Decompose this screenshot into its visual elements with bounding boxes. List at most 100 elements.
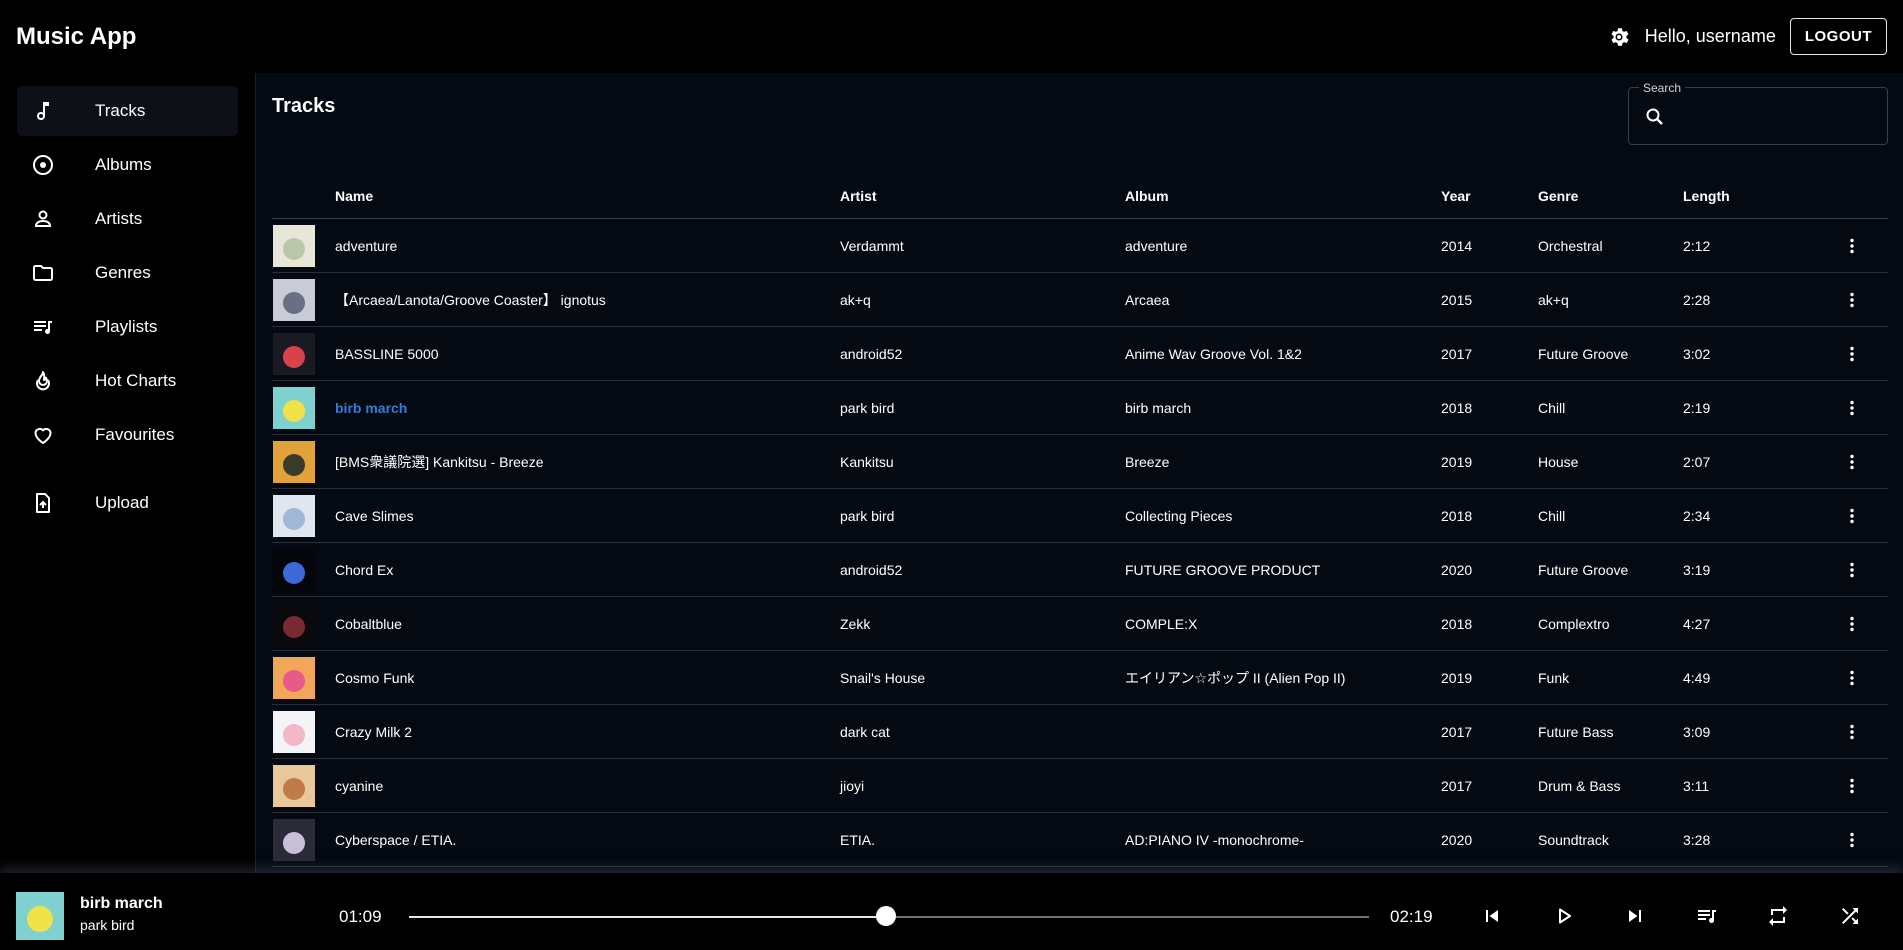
table-row[interactable]: Cave Slimes park bird Collecting Pieces 201…	[272, 489, 1888, 543]
table-row[interactable]: cyanine jioyi 2017 Drum & Bass 3:11	[272, 759, 1888, 813]
cell-name: Crazy Milk 2	[335, 723, 413, 740]
cell-album: エイリアン☆ポップ II (Alien Pop II)	[1125, 669, 1346, 686]
main-content: Tracks Search Name Artist Album Year Gen…	[256, 73, 1903, 873]
cell-year: 2019	[1441, 453, 1473, 470]
sidebar-item-label: Tracks	[95, 101, 146, 120]
table-row[interactable]: Cyberspace / ETIA. ETIA. AD:PIANO IV -mono…	[272, 813, 1888, 867]
cell-length: 2:07	[1683, 453, 1711, 470]
cover-cell	[272, 656, 335, 699]
seek-bar-progress	[409, 916, 886, 918]
sidebar-divider	[0, 464, 255, 478]
sidebar-item-tracks[interactable]: Tracks	[17, 86, 238, 136]
repeat-icon[interactable]	[1766, 904, 1790, 928]
cell-genre: Future Bass	[1538, 723, 1614, 740]
cell-year: 2018	[1441, 615, 1473, 632]
more-vert-icon[interactable]	[1842, 506, 1862, 526]
table-row[interactable]: Chord Ex android52 FUTURE GROOVE PRODUCT 20…	[272, 543, 1888, 597]
more-vert-icon[interactable]	[1842, 722, 1862, 742]
sidebar-item-playlists[interactable]: Playlists	[17, 302, 238, 352]
table-header: Name Artist Album Year Genre Length	[272, 173, 1888, 219]
queue-icon[interactable]	[1695, 904, 1719, 928]
more-vert-icon[interactable]	[1842, 290, 1862, 310]
header-artist[interactable]: Artist	[840, 188, 1125, 204]
folder-icon	[31, 261, 55, 285]
table-row[interactable]: Cosmo Funk Snail's House エイリアン☆ポップ II (Ali…	[272, 651, 1888, 705]
cell-year: 2017	[1441, 345, 1473, 362]
row-menu-cell	[1815, 290, 1888, 310]
cell-genre: Soundtrack	[1538, 831, 1609, 848]
total-time: 02:19	[1390, 907, 1433, 926]
album-cover-thumbnail	[273, 764, 315, 807]
more-vert-icon[interactable]	[1842, 236, 1862, 256]
user-area: Hello, username LOGOUT	[1607, 18, 1887, 55]
cell-genre: ak+q	[1538, 291, 1569, 308]
sidebar-item-label: Hot Charts	[95, 371, 177, 390]
cell-album: FUTURE GROOVE PRODUCT	[1125, 561, 1321, 578]
cell-album: adventure	[1125, 237, 1188, 254]
album-cover-thumbnail	[273, 494, 315, 537]
cell-length: 4:27	[1683, 615, 1711, 632]
play-icon[interactable]	[1552, 904, 1576, 928]
header-length[interactable]: Length	[1683, 188, 1815, 204]
header-year[interactable]: Year	[1441, 188, 1538, 204]
search-field[interactable]: Search	[1628, 81, 1888, 145]
cell-album: birb march	[1125, 399, 1192, 416]
sidebar-item-hot-charts[interactable]: Hot Charts	[17, 356, 238, 406]
cell-genre: Future Groove	[1538, 345, 1629, 362]
skip-next-icon[interactable]	[1623, 904, 1647, 928]
table-row[interactable]: 【Arcaea/Lanota/Groove Coaster】 ignotus ak…	[272, 273, 1888, 327]
header-genre[interactable]: Genre	[1538, 188, 1683, 204]
sidebar-item-favourites[interactable]: Favourites	[17, 410, 238, 460]
more-vert-icon[interactable]	[1842, 560, 1862, 580]
album-cover-thumbnail	[273, 710, 315, 753]
table-row[interactable]: BASSLINE 5000 android52 Anime Wav Groove V…	[272, 327, 1888, 381]
more-vert-icon[interactable]	[1842, 776, 1862, 796]
album-cover-thumbnail	[273, 602, 315, 645]
header-name[interactable]: Name	[335, 188, 840, 204]
shuffle-icon[interactable]	[1838, 904, 1862, 928]
cell-genre: Future Groove	[1538, 561, 1629, 578]
row-menu-cell	[1815, 614, 1888, 634]
album-cover-thumbnail	[273, 440, 315, 483]
cell-artist: jioyi	[840, 777, 865, 794]
search-input[interactable]	[1677, 98, 1877, 136]
cell-album: Collecting Pieces	[1125, 507, 1233, 524]
header-album[interactable]: Album	[1125, 188, 1441, 204]
table-row[interactable]: adventure Verdammt adventure 2014 Orchestral…	[272, 219, 1888, 273]
sidebar-item-albums[interactable]: Albums	[17, 140, 238, 190]
table-row[interactable]: [BMS衆議院選] Kankitsu - Breeze Kankitsu Breez…	[272, 435, 1888, 489]
sidebar-item-upload[interactable]: Upload	[17, 478, 238, 528]
cell-genre: Chill	[1538, 399, 1566, 416]
tracks-table: Name Artist Album Year Genre Length adve…	[272, 173, 1888, 867]
cell-year: 2017	[1441, 777, 1473, 794]
more-vert-icon[interactable]	[1842, 668, 1862, 688]
more-vert-icon[interactable]	[1842, 830, 1862, 850]
more-vert-icon[interactable]	[1842, 614, 1862, 634]
seek-handle[interactable]	[875, 906, 896, 926]
cell-genre: Drum & Bass	[1538, 777, 1621, 794]
table-row[interactable]: Cobaltblue Zekk COMPLE:X 2018 Complextro 4:27	[272, 597, 1888, 651]
row-menu-cell	[1815, 722, 1888, 742]
cell-length: 3:28	[1683, 831, 1711, 848]
table-row[interactable]: birb march park bird birb march 2018 Chill 2:…	[272, 381, 1888, 435]
cell-length: 2:28	[1683, 291, 1711, 308]
more-vert-icon[interactable]	[1842, 398, 1862, 418]
settings-gear-icon[interactable]	[1607, 25, 1631, 49]
cell-year: 2014	[1441, 237, 1473, 254]
more-vert-icon[interactable]	[1842, 344, 1862, 364]
sidebar-item-genres[interactable]: Genres	[17, 248, 238, 298]
cell-length: 2:19	[1683, 399, 1711, 416]
cell-artist: ETIA.	[840, 831, 876, 848]
cell-year: 2018	[1441, 399, 1473, 416]
sidebar-item-artists[interactable]: Artists	[17, 194, 238, 244]
more-vert-icon[interactable]	[1842, 452, 1862, 472]
seek-bar[interactable]	[409, 906, 1369, 926]
cell-artist: Verdammt	[840, 237, 904, 254]
logout-button[interactable]: LOGOUT	[1789, 18, 1887, 55]
current-time: 01:09	[339, 907, 382, 926]
skip-previous-icon[interactable]	[1480, 904, 1504, 928]
page-title: Tracks	[272, 95, 336, 117]
cover-cell	[272, 386, 335, 429]
cell-year: 2018	[1441, 507, 1473, 524]
table-row[interactable]: Crazy Milk 2 dark cat 2017 Future Bass 3:09	[272, 705, 1888, 759]
